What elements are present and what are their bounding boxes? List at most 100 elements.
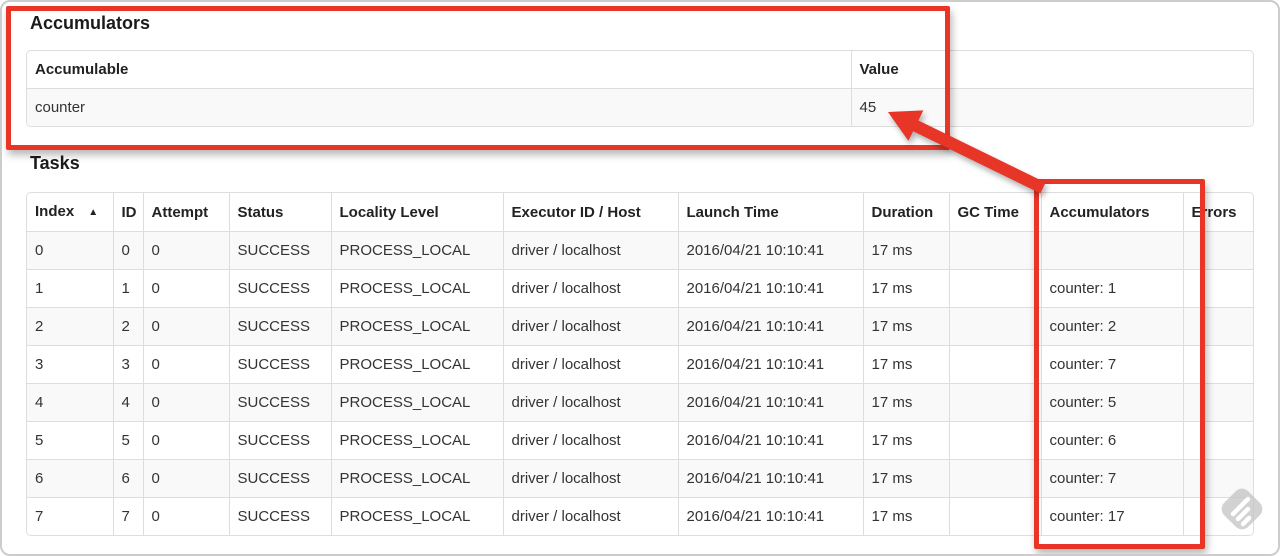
table-cell: SUCCESS bbox=[228, 307, 331, 346]
table-cell: 2 bbox=[27, 307, 113, 346]
table-cell bbox=[948, 307, 1041, 346]
feedly-watermark-icon bbox=[1221, 488, 1263, 530]
column-header-label: Duration bbox=[871, 203, 934, 221]
column-header-label: Executor ID / Host bbox=[511, 203, 641, 221]
column-header-duration[interactable]: Duration bbox=[862, 193, 949, 232]
accumulators-section-title: Accumulators bbox=[30, 13, 151, 33]
table-cell bbox=[948, 231, 1041, 270]
column-header-status[interactable]: Status bbox=[228, 193, 331, 232]
table-cell: counter: 2 bbox=[1040, 307, 1183, 346]
table-row: 5 5 0 SUCCESS PROCESS_LOCAL driver / localhos… bbox=[27, 421, 1253, 460]
table-cell bbox=[948, 497, 1041, 535]
table-cell: 3 bbox=[27, 345, 113, 384]
table-cell: 17 ms bbox=[862, 231, 949, 270]
table-cell: 17 ms bbox=[862, 269, 949, 308]
column-header-label: Index bbox=[35, 203, 75, 220]
column-header-executor-id-host[interactable]: Executor ID / Host bbox=[502, 193, 678, 232]
table-cell: PROCESS_LOCAL bbox=[330, 269, 503, 308]
table-cell: 0 bbox=[142, 307, 229, 346]
table-cell: PROCESS_LOCAL bbox=[330, 383, 503, 422]
table-cell: 7 bbox=[27, 497, 113, 535]
table-cell: 2016/04/21 10:10:41 bbox=[677, 345, 863, 384]
table-cell: 2016/04/21 10:10:41 bbox=[677, 269, 863, 308]
table-cell: 2016/04/21 10:10:41 bbox=[677, 231, 863, 270]
table-cell: SUCCESS bbox=[228, 459, 331, 498]
table-cell: 0 bbox=[142, 459, 229, 498]
column-header-label: Errors bbox=[1191, 203, 1237, 221]
column-header-label: Status bbox=[237, 203, 284, 221]
table-cell: SUCCESS bbox=[228, 269, 331, 308]
table-row: counter 45 bbox=[27, 88, 1253, 126]
table-cell: counter: 7 bbox=[1040, 459, 1183, 498]
table-cell bbox=[1182, 421, 1253, 460]
table-cell: 3 bbox=[112, 345, 143, 384]
table-cell: 2016/04/21 10:10:41 bbox=[677, 421, 863, 460]
table-cell bbox=[948, 383, 1041, 422]
table-cell: counter: 5 bbox=[1040, 383, 1183, 422]
table-cell bbox=[1182, 307, 1253, 346]
table-cell: driver / localhost bbox=[502, 307, 678, 346]
table-cell: driver / localhost bbox=[502, 231, 678, 270]
table-cell bbox=[1182, 269, 1253, 308]
table-cell: SUCCESS bbox=[228, 497, 331, 535]
table-row: 7 7 0 SUCCESS PROCESS_LOCAL driver / localhos… bbox=[27, 497, 1253, 535]
table-cell: driver / localhost bbox=[502, 345, 678, 384]
column-header-label: Attempt bbox=[151, 203, 209, 221]
table-cell: 17 ms bbox=[862, 459, 949, 498]
table-cell: SUCCESS bbox=[228, 231, 331, 270]
table-row: 2 2 0 SUCCESS PROCESS_LOCAL driver / localhos… bbox=[27, 307, 1253, 346]
column-header-errors[interactable]: Errors bbox=[1182, 193, 1253, 232]
table-cell: 0 bbox=[142, 231, 229, 270]
table-cell: driver / localhost bbox=[502, 421, 678, 460]
table-cell bbox=[1040, 231, 1183, 270]
table-cell: 1 bbox=[112, 269, 143, 308]
table-cell: 2016/04/21 10:10:41 bbox=[677, 383, 863, 422]
spark-ui-stage-page: Accumulators Accumulable Value counter 45 … bbox=[0, 0, 1280, 556]
table-cell: 5 bbox=[27, 421, 113, 460]
table-cell: 0 bbox=[142, 497, 229, 535]
column-header-value: Value bbox=[850, 51, 1253, 89]
table-cell bbox=[1182, 231, 1253, 270]
table-cell bbox=[1182, 345, 1253, 384]
table-cell: 6 bbox=[112, 459, 143, 498]
column-header-launch-time[interactable]: Launch Time bbox=[677, 193, 863, 232]
column-header-id[interactable]: ID bbox=[112, 193, 143, 232]
table-cell: 17 ms bbox=[862, 345, 949, 384]
table-row: 4 4 0 SUCCESS PROCESS_LOCAL driver / localhos… bbox=[27, 383, 1253, 422]
accumulable-table: Accumulable Value counter 45 bbox=[26, 50, 1254, 127]
table-cell bbox=[948, 459, 1041, 498]
table-cell: 17 ms bbox=[862, 421, 949, 460]
table-cell: 45 bbox=[850, 88, 1253, 126]
table-cell: driver / localhost bbox=[502, 269, 678, 308]
column-header-label: Accumulable bbox=[35, 61, 129, 78]
table-cell: SUCCESS bbox=[228, 383, 331, 422]
column-header-locality-level[interactable]: Locality Level bbox=[330, 193, 503, 232]
table-cell: 5 bbox=[112, 421, 143, 460]
table-cell: 0 bbox=[27, 231, 113, 270]
tasks-section-title: Tasks bbox=[30, 153, 80, 173]
table-cell: 0 bbox=[142, 345, 229, 384]
table-row: 0 0 0 SUCCESS PROCESS_LOCAL driver / localhos… bbox=[27, 231, 1253, 270]
column-header-index[interactable]: Index ▲ bbox=[27, 193, 113, 232]
column-header-accumulable: Accumulable bbox=[27, 51, 851, 89]
table-cell: counter: 17 bbox=[1040, 497, 1183, 535]
table-cell: 4 bbox=[112, 383, 143, 422]
column-header-gc-time[interactable]: GC Time bbox=[948, 193, 1041, 232]
table-row: 3 3 0 SUCCESS PROCESS_LOCAL driver / localhos… bbox=[27, 345, 1253, 384]
table-cell: 2016/04/21 10:10:41 bbox=[677, 497, 863, 535]
column-header-label: Launch Time bbox=[686, 203, 779, 221]
table-row: 6 6 0 SUCCESS PROCESS_LOCAL driver / localhos… bbox=[27, 459, 1253, 498]
table-cell: driver / localhost bbox=[502, 383, 678, 422]
table-cell bbox=[948, 345, 1041, 384]
table-cell: PROCESS_LOCAL bbox=[330, 345, 503, 384]
table-cell: SUCCESS bbox=[228, 421, 331, 460]
table-cell: 2016/04/21 10:10:41 bbox=[677, 307, 863, 346]
accumulable-table-grid: Accumulable Value counter 45 bbox=[27, 51, 1253, 126]
table-cell: SUCCESS bbox=[228, 345, 331, 384]
table-cell: counter: 1 bbox=[1040, 269, 1183, 308]
column-header-attempt[interactable]: Attempt bbox=[142, 193, 229, 232]
table-cell: PROCESS_LOCAL bbox=[330, 459, 503, 498]
table-cell: 17 ms bbox=[862, 497, 949, 535]
column-header-accumulators[interactable]: Accumulators bbox=[1040, 193, 1183, 232]
table-cell: 2 bbox=[112, 307, 143, 346]
